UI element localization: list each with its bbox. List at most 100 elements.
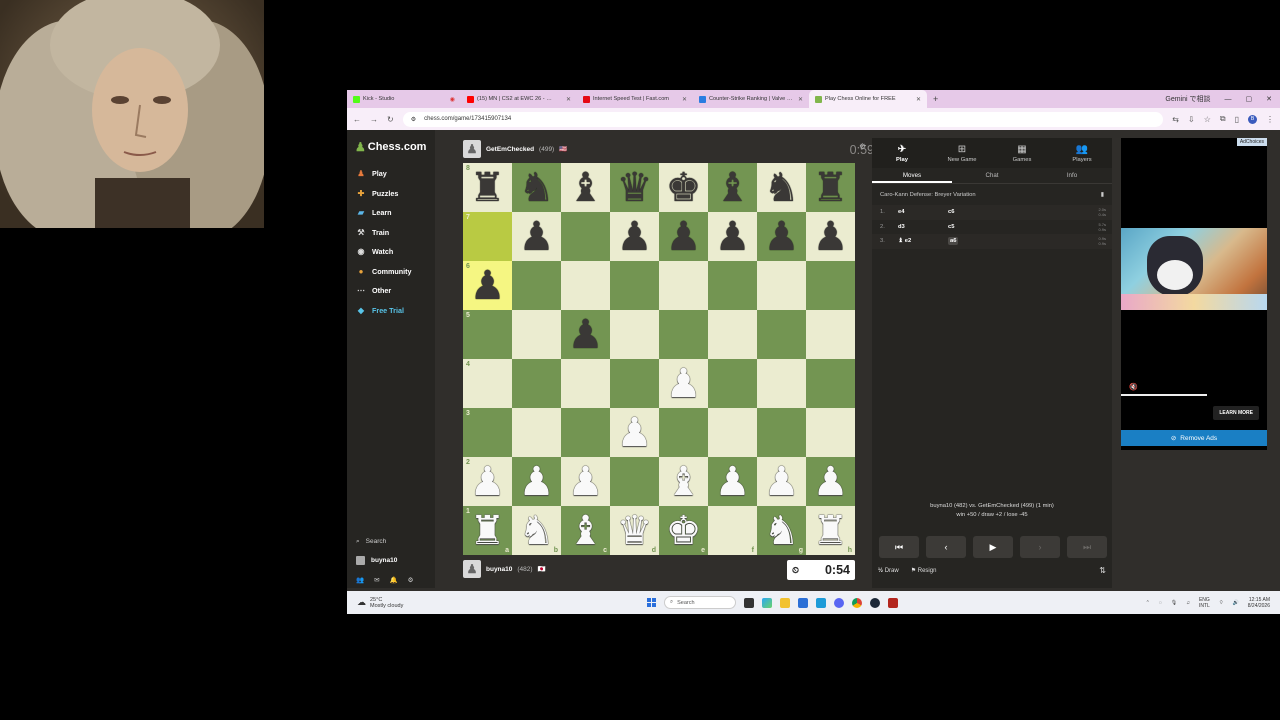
avatar[interactable]: ♟ — [463, 560, 481, 578]
square-f1[interactable]: f — [708, 506, 757, 555]
move-white[interactable]: e4 — [898, 209, 948, 215]
wifi-icon[interactable]: ⌔ — [1219, 600, 1224, 606]
subtab-moves[interactable]: Moves — [872, 168, 952, 183]
white-rook-piece[interactable]: ♜ — [813, 511, 849, 551]
black-pawn-piece[interactable]: ♟ — [617, 217, 653, 257]
square-f7[interactable]: ♟ — [708, 212, 757, 261]
square-c8[interactable]: ♝ — [561, 163, 610, 212]
messages-icon[interactable]: ✉ — [374, 576, 379, 584]
move-black[interactable]: c5 — [948, 224, 1098, 230]
black-queen-piece[interactable]: ♛ — [617, 168, 653, 208]
extensions-icon[interactable]: ⧉ — [1220, 114, 1226, 124]
sidebar-search[interactable]: ⌕ Search — [356, 532, 413, 551]
black-bishop-piece[interactable]: ♝ — [715, 168, 751, 208]
edge-icon[interactable] — [816, 597, 826, 608]
chess-board[interactable]: 8 ♜ ♞ ♝ ♛ ♚ ♝ ♞ ♜ 7 ♟ ♟ ♟ ♟ ♟ ♟ 6 ♟ 5 ♟ 4 ♟ 3 ♟ 2 ♟ ♟ ♟ ♝ ♟ ♟ ♟ 1 a ♜ b ♞ c ♝ d… — [463, 163, 855, 555]
move-black[interactable]: c6 — [948, 209, 1098, 215]
white-pawn-piece[interactable]: ♟ — [617, 413, 653, 453]
square-a3[interactable]: 3 — [463, 408, 512, 457]
white-rook-piece[interactable]: ♜ — [470, 511, 506, 551]
adchoices-label[interactable]: AdChoices — [1236, 138, 1267, 146]
bell-icon[interactable]: 🔔 — [390, 576, 398, 584]
square-c4[interactable] — [561, 359, 610, 408]
square-g4[interactable] — [757, 359, 806, 408]
weather-widget[interactable]: ☁ 25°C Mostly cloudy — [347, 597, 647, 609]
tab-chess[interactable]: Play Chess Online for FREE ✕ — [809, 90, 927, 108]
network-icon[interactable]: ◌ — [1159, 600, 1162, 606]
square-a1[interactable]: 1 a ♜ — [463, 506, 512, 555]
install-icon[interactable]: ⇩ — [1188, 115, 1195, 124]
tab-kick[interactable]: Kick - Studio ◉ — [347, 90, 461, 108]
move-white[interactable]: d3 — [898, 224, 948, 230]
prev-move-button[interactable]: ‹ — [926, 536, 966, 558]
square-h4[interactable] — [806, 359, 855, 408]
white-knight-piece[interactable]: ♞ — [764, 511, 800, 551]
square-e1[interactable]: e ♚ — [659, 506, 708, 555]
taskbar-search[interactable]: ⌕ Search — [664, 596, 736, 609]
black-bishop-piece[interactable]: ♝ — [568, 168, 604, 208]
volume-icon[interactable]: 🔊 — [1233, 600, 1239, 606]
black-pawn-piece[interactable]: ♟ — [666, 217, 702, 257]
square-f2[interactable]: ♟ — [708, 457, 757, 506]
dota-icon[interactable] — [888, 597, 898, 608]
close-window-icon[interactable]: ✕ — [1266, 95, 1272, 103]
square-h5[interactable] — [806, 310, 855, 359]
square-d4[interactable] — [610, 359, 659, 408]
opponent-name[interactable]: GetEmChecked — [486, 146, 534, 153]
next-move-button[interactable]: › — [1020, 536, 1060, 558]
square-e8[interactable]: ♚ — [659, 163, 708, 212]
square-f4[interactable] — [708, 359, 757, 408]
square-b7[interactable]: ♟ — [512, 212, 561, 261]
opening-name[interactable]: Caro-Kann Defense: Breyer Variation — [880, 192, 976, 198]
square-g6[interactable] — [757, 261, 806, 310]
friends-icon[interactable]: 👥 — [356, 576, 364, 584]
white-bishop-piece[interactable]: ♝ — [666, 462, 702, 502]
close-icon[interactable]: ✕ — [566, 96, 571, 103]
square-d6[interactable] — [610, 261, 659, 310]
settings-icon[interactable]: ⚙ — [408, 576, 414, 584]
sidebar-item-watch[interactable]: ◉ Watch — [356, 242, 412, 262]
new-tab-button[interactable]: + — [927, 94, 944, 104]
black-rook-piece[interactable]: ♜ — [813, 168, 849, 208]
windows-start-icon[interactable] — [647, 598, 656, 607]
square-b2[interactable]: ♟ — [512, 457, 561, 506]
white-queen-piece[interactable]: ♛ — [617, 511, 653, 551]
resign-button[interactable]: ⚑ Resign — [911, 567, 937, 574]
square-e5[interactable] — [659, 310, 708, 359]
close-icon[interactable]: ✕ — [798, 96, 803, 103]
square-e4[interactable]: ♟ — [659, 359, 708, 408]
subtab-info[interactable]: Info — [1032, 168, 1112, 183]
white-pawn-piece[interactable]: ♟ — [666, 364, 702, 404]
square-f8[interactable]: ♝ — [708, 163, 757, 212]
square-h8[interactable]: ♜ — [806, 163, 855, 212]
square-c3[interactable] — [561, 408, 610, 457]
move-white[interactable]: ♝ e2 — [898, 238, 948, 244]
square-b1[interactable]: b ♞ — [512, 506, 561, 555]
white-pawn-piece[interactable]: ♟ — [470, 462, 506, 502]
square-g8[interactable]: ♞ — [757, 163, 806, 212]
square-c1[interactable]: c ♝ — [561, 506, 610, 555]
board-settings-icon[interactable]: ⚙ — [859, 142, 866, 151]
square-g5[interactable] — [757, 310, 806, 359]
square-d8[interactable]: ♛ — [610, 163, 659, 212]
sidebar-item-puzzles[interactable]: ✚ Puzzles — [356, 184, 412, 204]
copilot-icon[interactable] — [762, 597, 772, 608]
subtab-chat[interactable]: Chat — [952, 168, 1032, 183]
tab-fast[interactable]: Internet Speed Test | Fast.com ✕ — [577, 90, 693, 108]
learn-more-button[interactable]: LEARN MORE — [1213, 406, 1259, 420]
sidebar-item-play[interactable]: ♟ Play — [356, 164, 412, 184]
first-move-button[interactable]: ⏮ — [879, 536, 919, 558]
black-pawn-piece[interactable]: ♟ — [764, 217, 800, 257]
square-a4[interactable]: 4 — [463, 359, 512, 408]
sidebar-item-community[interactable]: ● Community — [356, 262, 412, 282]
site-info-icon[interactable]: ⚙ — [411, 116, 416, 123]
square-e3[interactable] — [659, 408, 708, 457]
square-a8[interactable]: 8 ♜ — [463, 163, 512, 212]
square-a5[interactable]: 5 — [463, 310, 512, 359]
square-e2[interactable]: ♝ — [659, 457, 708, 506]
ad-image[interactable] — [1121, 228, 1267, 310]
avatar[interactable]: ♟ — [463, 140, 481, 158]
square-b3[interactable] — [512, 408, 561, 457]
square-b5[interactable] — [512, 310, 561, 359]
white-pawn-piece[interactable]: ♟ — [764, 462, 800, 502]
